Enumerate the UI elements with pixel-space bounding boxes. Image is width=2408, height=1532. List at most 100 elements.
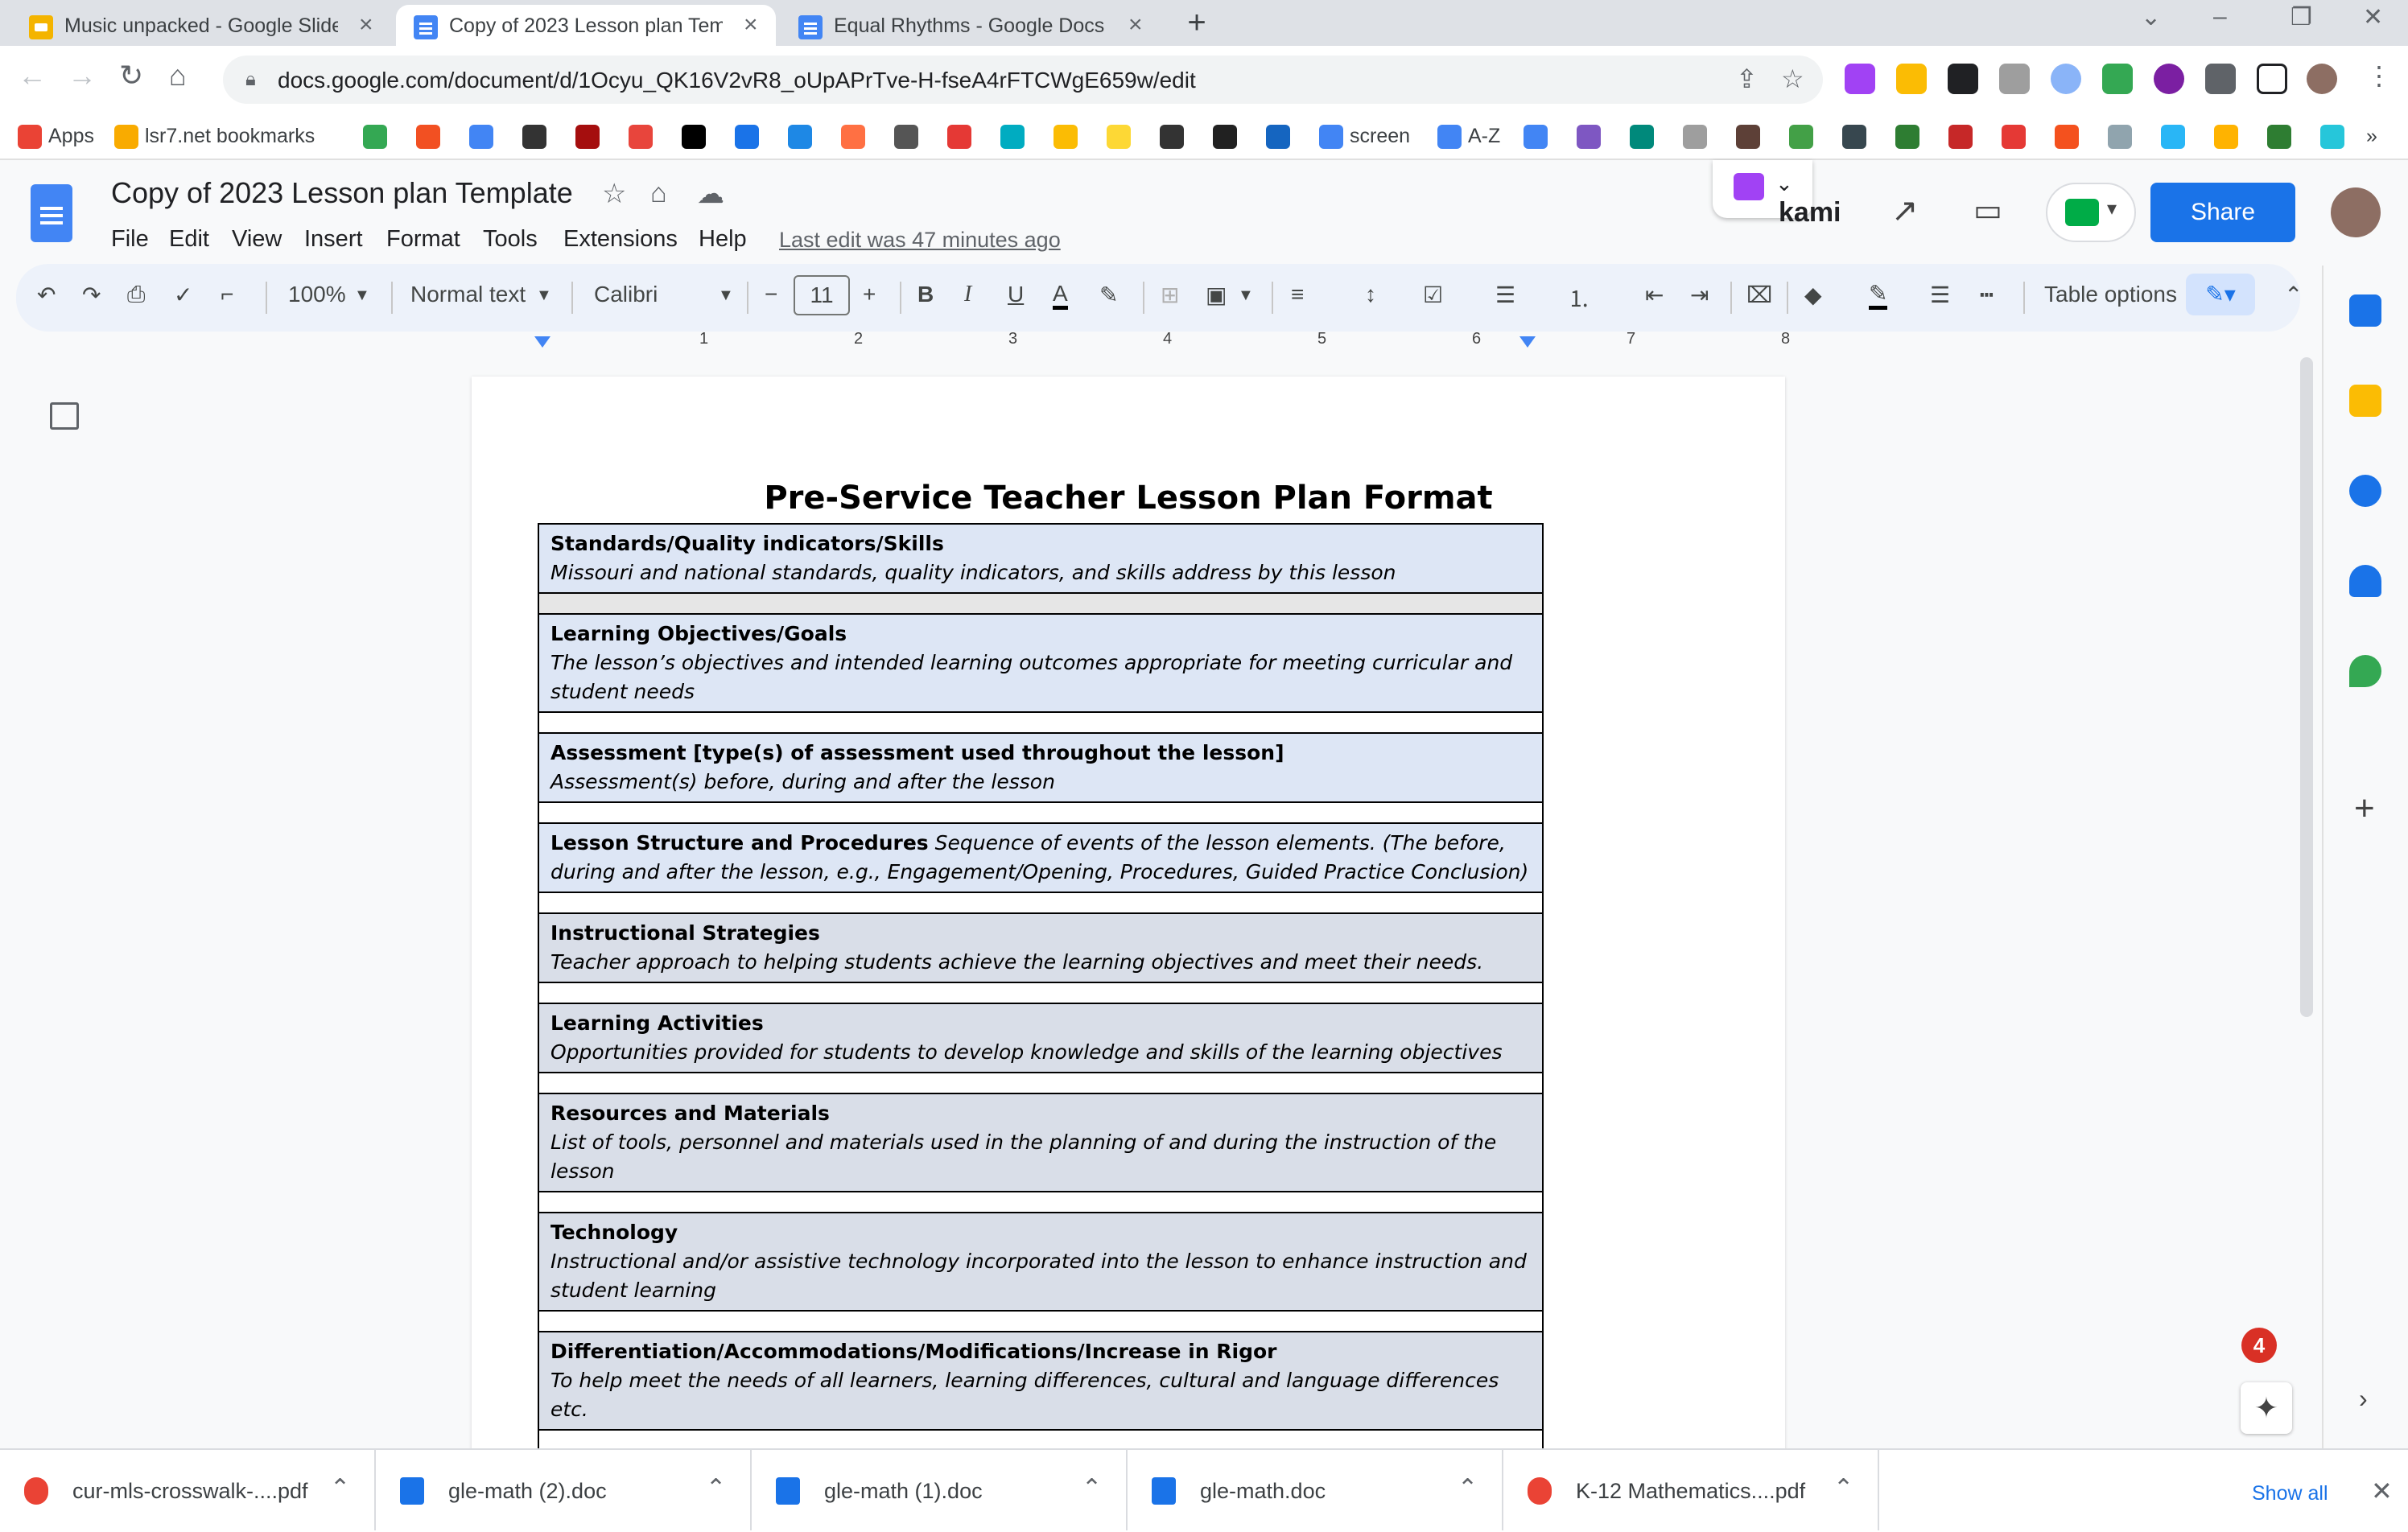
font-select[interactable]: Calibri <box>594 282 658 307</box>
new-tab-button[interactable]: + <box>1181 6 1213 40</box>
bookmark-item[interactable]: screen <box>1319 123 1410 150</box>
paragraph-style-select[interactable]: Normal text <box>410 282 526 307</box>
chevron-down-icon[interactable]: ▼ <box>354 286 370 305</box>
menu-edit[interactable]: Edit <box>169 226 209 253</box>
clear-formatting-icon[interactable]: ⌧ <box>1746 282 1772 308</box>
lesson-plan-table[interactable]: Standards/Quality indicators/Skills Misso… <box>538 523 1544 1448</box>
explore-icon[interactable]: ✦ <box>2241 1382 2292 1434</box>
url-text[interactable]: docs.google.com/document/d/1Ocyu_QK16V2v… <box>278 68 1196 93</box>
extension-rw-icon[interactable] <box>1845 64 1875 94</box>
bookmark-item[interactable] <box>2213 123 2245 150</box>
zoom-select[interactable]: 100% <box>288 282 346 307</box>
bookmark-item[interactable] <box>841 123 872 150</box>
section-cell[interactable]: Instructional Strategies Teacher approach… <box>538 912 1544 983</box>
blank-cell[interactable] <box>538 801 1544 824</box>
bookmark-item[interactable] <box>1948 123 1979 150</box>
highlight-icon[interactable]: ✎ <box>1099 282 1118 308</box>
minimize-icon[interactable]: – <box>2213 3 2227 31</box>
more-icon[interactable]: ⋮ <box>2366 60 2392 91</box>
blank-cell[interactable] <box>538 711 1544 734</box>
bookmark-item[interactable] <box>1841 123 1873 150</box>
table-row[interactable]: Resources and Materials List of tools, pe… <box>538 1093 1544 1192</box>
text-color-icon[interactable]: A <box>1053 282 1068 310</box>
docs-logo-icon[interactable] <box>31 184 72 242</box>
bookmark-item[interactable] <box>788 123 818 150</box>
insert-comment-icon[interactable]: ⊞ <box>1161 282 1179 308</box>
extension-icon[interactable] <box>1896 64 1927 94</box>
section-cell[interactable]: Standards/Quality indicators/Skills Misso… <box>538 523 1544 594</box>
bookmark-item[interactable] <box>1629 123 1660 150</box>
editing-mode-icon[interactable]: ✎▾ <box>2186 274 2255 315</box>
share-page-icon[interactable]: ⇪ <box>1736 64 1758 94</box>
window-close-icon[interactable]: ✕ <box>2363 3 2383 31</box>
collapse-menus-icon[interactable]: ⌃ <box>2284 282 2303 308</box>
comments-icon[interactable]: ▭ <box>1973 192 2002 229</box>
section-cell[interactable]: Technology Instructional and/or assistive… <box>538 1212 1544 1312</box>
table-row[interactable]: Instructional Strategies Teacher approach… <box>538 912 1544 983</box>
star-icon[interactable]: ☆ <box>602 178 626 210</box>
table-row[interactable]: Assessment [type(s) of assessment used t… <box>538 732 1544 803</box>
menu-format[interactable]: Format <box>386 226 460 253</box>
back-icon[interactable]: ← <box>18 59 47 93</box>
underline-icon[interactable]: U <box>1008 282 1024 307</box>
bookmark-item[interactable] <box>1895 123 1926 150</box>
menu-tools[interactable]: Tools <box>483 226 538 253</box>
table-row-blank[interactable] <box>538 1191 1544 1213</box>
extensions-puzzle-icon[interactable] <box>2205 64 2236 94</box>
meet-button[interactable]: ▾ <box>2046 183 2136 242</box>
browser-tab-active[interactable]: Copy of 2023 Lesson plan Templ × <box>396 5 776 46</box>
lock-icon[interactable]: 🔒︎ <box>245 68 256 91</box>
bookmark-item[interactable] <box>735 123 765 150</box>
numbered-list-icon[interactable]: ⒈ <box>1568 282 1590 314</box>
keep-icon[interactable] <box>2349 385 2381 417</box>
menu-insert[interactable]: Insert <box>304 226 363 253</box>
close-downloads-icon[interactable]: ✕ <box>2371 1476 2393 1506</box>
close-icon[interactable]: × <box>744 11 758 39</box>
bookmark-item[interactable] <box>1735 123 1767 150</box>
address-bar[interactable]: 🔒︎ docs.google.com/document/d/1Ocyu_QK16… <box>223 56 1823 104</box>
download-item[interactable]: gle-math (2).doc ⌃ <box>376 1450 752 1530</box>
bookmark-item[interactable] <box>629 123 659 150</box>
table-row-blank[interactable] <box>538 592 1544 615</box>
account-avatar[interactable] <box>2331 187 2381 237</box>
section-cell[interactable]: Lesson Structure and Procedures Sequence… <box>538 822 1544 893</box>
undo-icon[interactable]: ↶ <box>37 282 56 308</box>
table-row-blank[interactable] <box>538 1310 1544 1332</box>
bookmark-item[interactable] <box>1682 123 1713 150</box>
add-addon-icon[interactable]: + <box>2354 789 2375 829</box>
section-cell[interactable]: Resources and Materials List of tools, pe… <box>538 1093 1544 1192</box>
left-indent-marker[interactable] <box>534 336 550 348</box>
bookmark-item[interactable] <box>2054 123 2085 150</box>
extension-icon[interactable] <box>2102 64 2133 94</box>
bulleted-list-icon[interactable]: ☰ <box>1495 282 1515 308</box>
extension-icon[interactable] <box>1948 64 1978 94</box>
table-options-button[interactable]: Table options <box>2044 282 2177 307</box>
increase-font-size-icon[interactable]: + <box>863 282 876 307</box>
table-row-blank[interactable] <box>538 892 1544 914</box>
close-icon[interactable]: × <box>1128 11 1143 39</box>
activity-trend-icon[interactable]: ↗ <box>1891 192 1919 229</box>
avatar[interactable] <box>2307 64 2337 94</box>
bookmark-star-icon[interactable]: ☆ <box>1781 64 1804 94</box>
section-cell[interactable]: Assessment [type(s) of assessment used t… <box>538 732 1544 803</box>
bookmark-item[interactable]: A-Z <box>1437 123 1500 150</box>
align-icon[interactable]: ≡ <box>1291 282 1304 307</box>
extension-icon[interactable] <box>2051 64 2081 94</box>
section-cell[interactable]: Learning Activities Opportunities provide… <box>538 1003 1544 1073</box>
blank-cell[interactable] <box>538 592 1544 615</box>
table-row[interactable]: Standards/Quality indicators/Skills Misso… <box>538 523 1544 594</box>
bookmark-item[interactable] <box>1160 123 1190 150</box>
table-row[interactable]: Differentiation/Accommodations/Modificat… <box>538 1331 1544 1431</box>
bookmark-item[interactable] <box>2160 123 2192 150</box>
calendar-icon[interactable] <box>2349 294 2381 327</box>
border-dash-icon[interactable]: ┅ <box>1980 282 1994 308</box>
blank-cell[interactable] <box>538 982 1544 1004</box>
section-cell[interactable]: Learning Objectives/Goals The lesson’s ob… <box>538 613 1544 713</box>
table-row[interactable]: Learning Activities Opportunities provide… <box>538 1003 1544 1073</box>
extension-k-icon[interactable] <box>2154 64 2184 94</box>
bookmark-item[interactable] <box>682 123 712 150</box>
table-row-blank[interactable] <box>538 1429 1544 1448</box>
bookmark-item[interactable] <box>1523 123 1554 150</box>
right-indent-marker[interactable] <box>1519 336 1536 348</box>
increase-indent-icon[interactable]: ⇥ <box>1690 282 1709 308</box>
